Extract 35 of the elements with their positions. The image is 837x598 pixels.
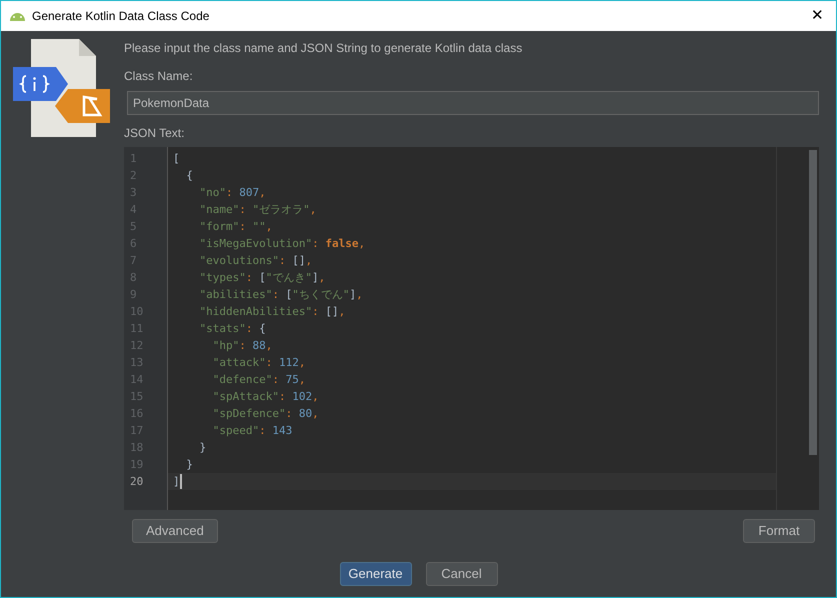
dialog-button[interactable]: Cancel <box>426 562 498 586</box>
code-line: [ <box>173 151 180 167</box>
line-number: 20 <box>130 475 144 488</box>
code-line: "no": 807, <box>198 185 266 201</box>
android-icon <box>9 11 26 21</box>
code-line: { <box>185 168 193 184</box>
code-line: "name": "ゼラオラ", <box>198 202 316 218</box>
code-line: "types": ["でんき"], <box>198 270 326 286</box>
code-line: "stats": { <box>198 321 266 337</box>
scrollbar-thumb[interactable] <box>809 150 817 455</box>
close-icon[interactable]: ✕ <box>811 4 824 28</box>
code-line: "abilities": ["ちくでん"], <box>198 287 363 303</box>
code-editor[interactable] <box>124 147 819 510</box>
code-line: "defence": 75, <box>212 372 306 388</box>
code-line: } <box>198 440 206 456</box>
text-cursor <box>180 474 182 489</box>
window-title: Generate Kotlin Data Class Code <box>32 8 210 25</box>
code-line: "spAttack": 102, <box>212 389 319 405</box>
class-name-label: Class Name: <box>124 68 194 85</box>
code-line: "evolutions": [], <box>198 253 312 269</box>
code-line: "spDefence": 80, <box>212 406 319 422</box>
generate-button[interactable]: Generate <box>340 562 412 586</box>
code-line: "attack": 112, <box>212 355 306 371</box>
instruction-text: Please input the class name and JSON String to generate Kotlin data class <box>124 40 524 57</box>
code-line: "hp": 88, <box>212 338 272 354</box>
code-line: "hiddenAbilities": [], <box>198 304 346 320</box>
code-line: "form": "", <box>198 219 272 235</box>
class-name-field[interactable]: PokemonData <box>127 91 819 115</box>
code-line: } <box>185 457 193 473</box>
dialog-button[interactable]: Advanced <box>132 519 218 543</box>
code-line: ] <box>173 474 180 490</box>
dialog-button[interactable]: Format <box>743 519 815 543</box>
code-line: "isMegaEvolution": false, <box>198 236 366 252</box>
code-line: "speed": 143 <box>212 423 292 439</box>
json-text-label: JSON Text: <box>124 125 186 142</box>
